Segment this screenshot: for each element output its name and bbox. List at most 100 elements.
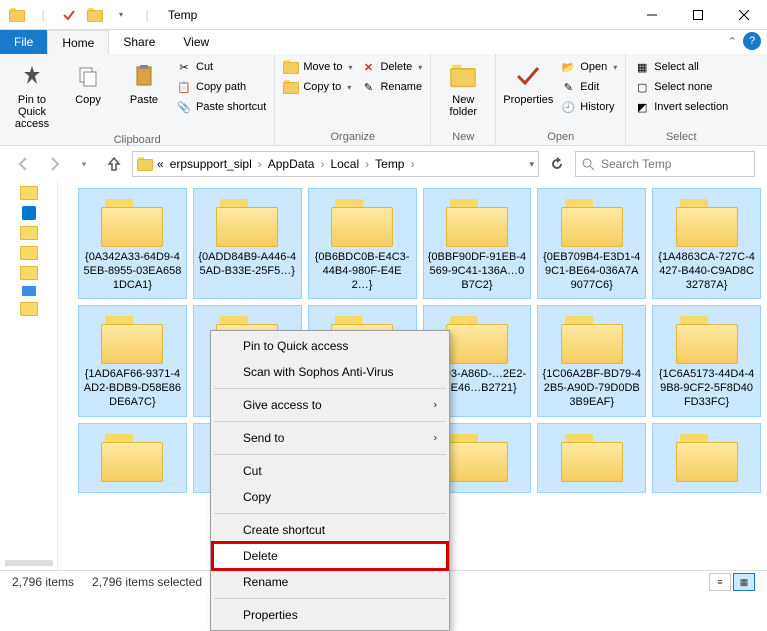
group-select: ▦Select all ▢Select none ◩Invert selecti… [626,54,736,145]
quick-access-toolbar: | ▾ | [0,4,164,26]
folder-item[interactable]: {0BBF90DF-91EB-4569-9C41-136A…0B7C2} [423,188,532,299]
folder-item[interactable] [537,423,646,493]
paste-shortcut-button[interactable]: 📎Paste shortcut [174,98,268,116]
history-button[interactable]: 🕘History [558,98,619,116]
nav-item[interactable] [20,186,38,200]
nav-item[interactable] [20,302,38,316]
pin-to-quick-access-button[interactable]: Pin to Quick access [6,58,58,132]
ctx-properties[interactable]: Properties [213,602,447,628]
edit-button[interactable]: ✎Edit [558,78,619,96]
copy-path-icon: 📋 [176,79,192,95]
breadcrumb[interactable]: erpsupport_sipl [168,157,254,171]
paste-button[interactable]: Paste [118,58,170,108]
ctx-rename[interactable]: Rename [213,569,447,595]
folder-item[interactable]: {1A4863CA-727C-4427-B440-C9AD8C32787A} [652,188,761,299]
group-label-select: Select [632,129,730,143]
breadcrumb[interactable]: Temp [373,157,406,171]
up-button[interactable] [102,152,126,176]
tab-home[interactable]: Home [47,30,109,54]
chevron-right-icon[interactable]: › [363,157,371,171]
forward-button[interactable] [42,152,66,176]
nav-item[interactable] [20,266,38,280]
new-folder-qat-icon[interactable] [84,4,106,26]
navigation-bar: ▾ « erpsupport_sipl› AppData› Local› Tem… [0,146,767,182]
select-none-button[interactable]: ▢Select none [632,78,730,96]
ctx-create-shortcut[interactable]: Create shortcut [213,517,447,543]
qat-dropdown-icon[interactable]: ▾ [110,4,132,26]
open-button[interactable]: 📂Open▾ [558,58,619,76]
select-all-button[interactable]: ▦Select all [632,58,730,76]
group-clipboard: Pin to Quick access Copy Paste ✂Cut 📋Cop… [0,54,275,145]
status-item-count: 2,796 items [12,575,74,589]
nav-scrollbar[interactable] [5,560,53,566]
chevron-right-icon[interactable]: › [256,157,264,171]
tab-file[interactable]: File [0,30,47,54]
select-all-icon: ▦ [634,59,650,75]
nav-item[interactable] [20,226,38,240]
tab-share[interactable]: Share [109,30,169,54]
back-button[interactable] [12,152,36,176]
address-bar[interactable]: « erpsupport_sipl› AppData› Local› Temp›… [132,151,539,177]
close-button[interactable] [721,0,767,30]
ctx-scan-antivirus[interactable]: Scan with Sophos Anti-Virus [213,359,447,385]
folder-item[interactable]: {1AD6AF66-9371-4AD2-BDB9-D58E86DE6A7C} [78,305,187,416]
ctx-send-to[interactable]: Send to› [213,425,447,451]
new-folder-button[interactable]: New folder [437,58,489,120]
details-view-button[interactable]: ≡ [709,573,731,591]
move-to-button[interactable]: Move to▾ [281,58,354,76]
navigation-pane[interactable] [0,182,58,570]
separator [214,388,446,389]
refresh-button[interactable] [545,152,569,176]
chevron-right-icon[interactable]: › [318,157,326,171]
cut-button[interactable]: ✂Cut [174,58,268,76]
properties-button[interactable]: Properties [502,58,554,108]
collapse-ribbon-icon[interactable]: ⌃ [728,35,737,48]
folder-item[interactable]: {0A342A33-64D9-45EB-8955-03EA6581DCA1} [78,188,187,299]
folder-item[interactable]: {0B6BDC0B-E4C3-44B4-980F-E4E2…} [308,188,417,299]
ctx-cut[interactable]: Cut [213,458,447,484]
folder-icon [446,430,508,482]
select-none-icon: ▢ [634,79,650,95]
breadcrumb[interactable]: Local [328,157,361,171]
folder-item[interactable] [652,423,761,493]
folder-icon [446,312,508,364]
ctx-pin-to-quick-access[interactable]: Pin to Quick access [213,333,447,359]
folder-icon [216,195,278,247]
copy-icon [72,60,104,92]
onedrive-icon[interactable] [22,206,36,220]
maximize-button[interactable] [675,0,721,30]
address-dropdown-icon[interactable]: ▾ [529,159,534,170]
tab-view[interactable]: View [169,30,223,54]
search-input[interactable]: Search Temp [575,151,755,177]
rename-icon: ✎ [360,79,376,95]
ctx-give-access-to[interactable]: Give access to› [213,392,447,418]
breadcrumb[interactable]: AppData [266,157,317,171]
minimize-button[interactable] [629,0,675,30]
copy-button[interactable]: Copy [62,58,114,108]
ctx-delete[interactable]: Delete [213,543,447,569]
nav-item[interactable] [20,246,38,260]
copy-path-button[interactable]: 📋Copy path [174,78,268,96]
help-icon[interactable]: ? [743,32,761,50]
recent-locations-button[interactable]: ▾ [72,152,96,176]
folder-name: {0ADD84B9-A446-45AD-B33E-25F5…} [198,251,297,279]
folder-item[interactable]: {1C06A2BF-BD79-42B5-A90D-79D0DB3B9EAF} [537,305,646,416]
folder-item[interactable] [78,423,187,493]
folder-item[interactable]: {1C6A5173-44D4-49B8-9CF2-5F8D40FD33FC} [652,305,761,416]
copy-label: Copy [75,94,101,106]
large-icons-view-button[interactable]: ▦ [733,573,755,591]
properties-qat-icon[interactable] [58,4,80,26]
separator [214,454,446,455]
group-open: Properties 📂Open▾ ✎Edit 🕘History Open [496,54,626,145]
delete-button[interactable]: ✕Delete▾ [358,58,424,76]
folder-item[interactable]: {0ADD84B9-A446-45AD-B33E-25F5…} [193,188,302,299]
chevron-right-icon[interactable]: › [408,157,416,171]
folder-item[interactable]: {0EB709B4-E3D1-49C1-BE64-036A7A9077C6} [537,188,646,299]
copy-to-button[interactable]: Copy to▾ [281,78,354,96]
paste-shortcut-icon: 📎 [176,99,192,115]
invert-selection-button[interactable]: ◩Invert selection [632,98,730,116]
ctx-copy[interactable]: Copy [213,484,447,510]
rename-button[interactable]: ✎Rename [358,78,424,96]
this-pc-icon[interactable] [22,286,36,296]
ribbon-tabs: File Home Share View ⌃ ? [0,30,767,54]
